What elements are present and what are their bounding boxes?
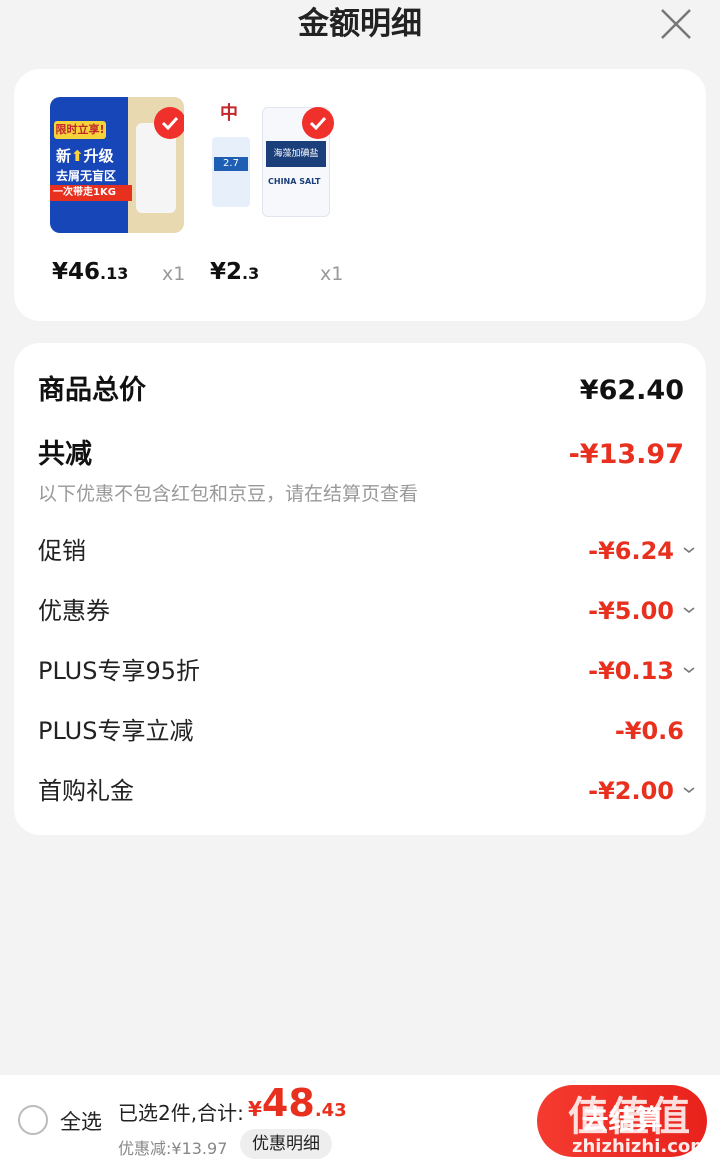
product-price: ¥2.3 [210, 259, 260, 285]
total-reduce-value: -¥13.97 [568, 439, 684, 470]
products-card: 限时立享! 新⬆升级 去屑无盲区 一次带走1KG ¥46.13 x1 中 2.7… [14, 69, 706, 321]
discount-label: PLUS专享立减 [38, 717, 194, 745]
discount-note: 以下优惠不包含红包和京豆，请在结算页查看 [38, 483, 419, 505]
discount-item-plus-reduce: PLUS专享立减 -¥0.6 [38, 711, 684, 751]
discount-item-coupon[interactable]: 优惠券 -¥5.00 [38, 591, 695, 631]
page-title: 金额明细 [298, 6, 422, 42]
chevron-down-icon [683, 607, 695, 614]
total-amount: ¥48.43 [248, 1081, 347, 1125]
total-price-value: ¥62.40 [579, 375, 684, 406]
watermark-url: zhizhizhi.com [572, 1136, 710, 1157]
discount-label: PLUS专享95折 [38, 657, 200, 685]
discount-item-plus-95[interactable]: PLUS专享95折 -¥0.13 [38, 651, 695, 691]
close-button[interactable] [658, 6, 694, 42]
chevron-down-icon [683, 787, 695, 794]
discount-label: 促销 [38, 537, 86, 565]
product-image-text: 海藻加碘盐 [266, 141, 326, 167]
product-image-text: CHINA SALT [268, 177, 321, 186]
discount-label: 首购礼金 [38, 777, 134, 805]
discount-item-first-gift[interactable]: 首购礼金 -¥2.00 [38, 771, 695, 811]
total-price-label: 商品总价 [38, 375, 146, 406]
amount-detail-card: 商品总价 ¥62.40 共减 -¥13.97 以下优惠不包含红包和京豆，请在结算… [14, 343, 706, 835]
total-price-row: 商品总价 ¥62.40 [38, 371, 684, 411]
total-reduce-label: 共减 [38, 439, 92, 470]
selected-check-icon [154, 107, 184, 139]
selected-check-icon [302, 107, 334, 139]
product-image-text: 升级 [83, 147, 114, 165]
discount-value: -¥6.24 [588, 537, 674, 565]
discount-value: -¥0.6 [614, 717, 684, 745]
chevron-down-icon [683, 547, 695, 554]
discount-value: -¥5.00 [588, 597, 674, 625]
product-image-text: 新 [56, 147, 72, 165]
total-reduce-row: 共减 -¥13.97 [38, 435, 684, 475]
product-image-text: 2.7 [214, 157, 248, 171]
select-all-radio[interactable] [18, 1105, 48, 1135]
product-qty: x1 [320, 263, 344, 285]
discount-detail-button[interactable]: 优惠明细 [240, 1129, 332, 1159]
promo-tag: 限时立享! [54, 121, 106, 139]
selected-summary: 已选2件,合计: [118, 1101, 244, 1125]
product-image-text: 中 [220, 103, 238, 124]
product-image[interactable]: 中 2.7 海藻加碘盐 CHINA SALT [210, 97, 336, 233]
product-image[interactable]: 限时立享! 新⬆升级 去屑无盲区 一次带走1KG [50, 97, 184, 233]
watermark-logo: 值值值 [568, 1094, 691, 1140]
product-qty: x1 [162, 263, 186, 285]
product-item[interactable]: 限时立享! 新⬆升级 去屑无盲区 一次带走1KG [50, 97, 184, 233]
discount-summary: 优惠减:¥13.97 [118, 1139, 228, 1158]
product-image-text: 一次带走1KG [50, 185, 132, 201]
discount-value: -¥2.00 [588, 777, 674, 805]
discount-item-promo[interactable]: 促销 -¥6.24 [38, 531, 695, 571]
product-image-text: 去屑无盲区 [56, 169, 117, 183]
product-price: ¥46.13 [52, 259, 129, 285]
discount-label: 优惠券 [38, 597, 110, 625]
select-all-label[interactable]: 全选 [60, 1106, 102, 1136]
product-item[interactable]: 中 2.7 海藻加碘盐 CHINA SALT [210, 97, 336, 233]
discount-value: -¥0.13 [588, 657, 674, 685]
close-icon [661, 9, 691, 39]
header: 金额明细 [0, 0, 720, 52]
chevron-down-icon [683, 667, 695, 674]
